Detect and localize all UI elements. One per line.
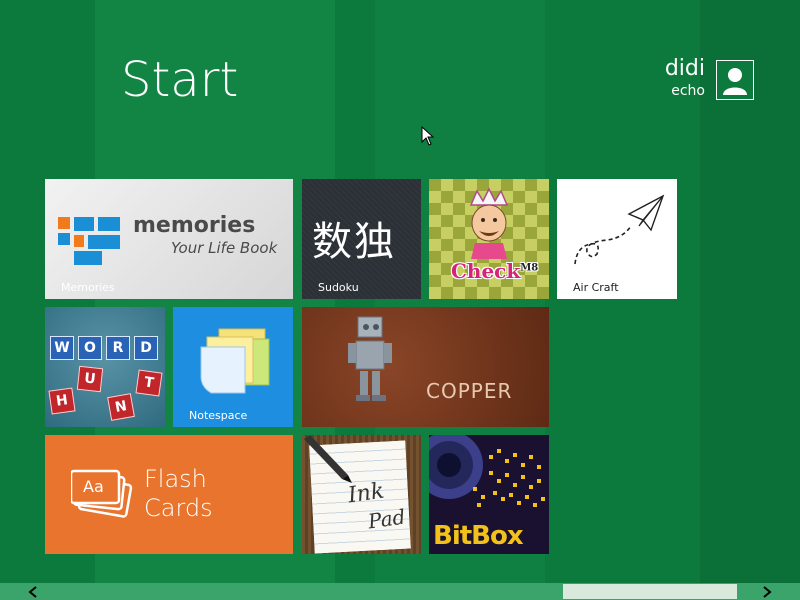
memories-logo-subtitle: Your Life Book [171,239,278,257]
user-info[interactable]: didi echo [665,56,705,100]
checkm8-logo: CheckM8 [451,259,538,283]
speaker-icon [429,435,545,507]
letter-tile: U [76,365,104,393]
inkpad-line2: Pad [366,504,407,534]
letter-tile: R [106,336,130,360]
tile-aircraft[interactable]: Air Craft [557,179,677,299]
letter-tile: T [135,369,163,397]
inkpad-line1: Ink [346,478,386,509]
tile-notespace[interactable]: Notespace [173,307,293,427]
tile-copper[interactable]: COPPER [302,307,549,427]
checkm8-logo-sup: M8 [520,262,539,274]
bitbox-title: BitBox [433,521,524,551]
tile-memories[interactable]: memories Your Life Book Memories [45,179,293,299]
fountain-pen-icon [304,435,352,483]
tile-sudoku[interactable]: 数独 Sudoku [302,179,421,299]
page-title: Start [121,52,239,108]
letter-tile: O [78,336,102,360]
scrollbar-thumb[interactable] [563,584,737,599]
user-avatar-icon[interactable] [716,60,754,100]
letter-tile: D [134,336,158,360]
user-name: didi [664,56,705,81]
tile-wordhunt[interactable]: W O R D H U N T [45,307,165,427]
letter-tile: W [50,336,74,360]
tile-label: Sudoku [318,281,359,294]
mouse-pointer-icon [421,125,435,150]
tile-label: Memories [61,281,115,294]
letter-tile: H [48,387,76,415]
tile-checkm8[interactable]: CheckM8 [429,179,549,299]
flash-cards-title-line1: Flash [144,465,207,493]
chevron-left-icon[interactable] [22,583,44,600]
flash-cards-title-line2: Cards [144,494,213,522]
paper-plane-icon [574,194,665,265]
robot-icon [348,316,392,401]
tile-inkpad[interactable]: Ink Pad [302,435,421,554]
user-subtitle: echo [671,83,705,99]
copper-title: COPPER [426,379,513,403]
king-character-icon [469,187,509,259]
tile-label: Air Craft [573,281,619,294]
checkm8-logo-text: Check [451,259,521,283]
sticky-notes-icon [200,328,270,394]
flash-cards-icon-text: Aa [83,477,104,496]
sudoku-glyphs: 数独 [312,219,396,265]
memories-logo-title: memories [133,213,256,238]
wordhunt-row-1: W O R D [50,336,158,360]
tile-flashcards[interactable]: Aa Flash Cards [45,435,293,554]
letter-tile: N [107,393,135,421]
tile-label: Notespace [189,409,248,422]
chevron-right-icon[interactable] [756,583,778,600]
tile-bitbox[interactable]: BitBox [429,435,549,554]
memories-logo-icon [58,217,120,265]
